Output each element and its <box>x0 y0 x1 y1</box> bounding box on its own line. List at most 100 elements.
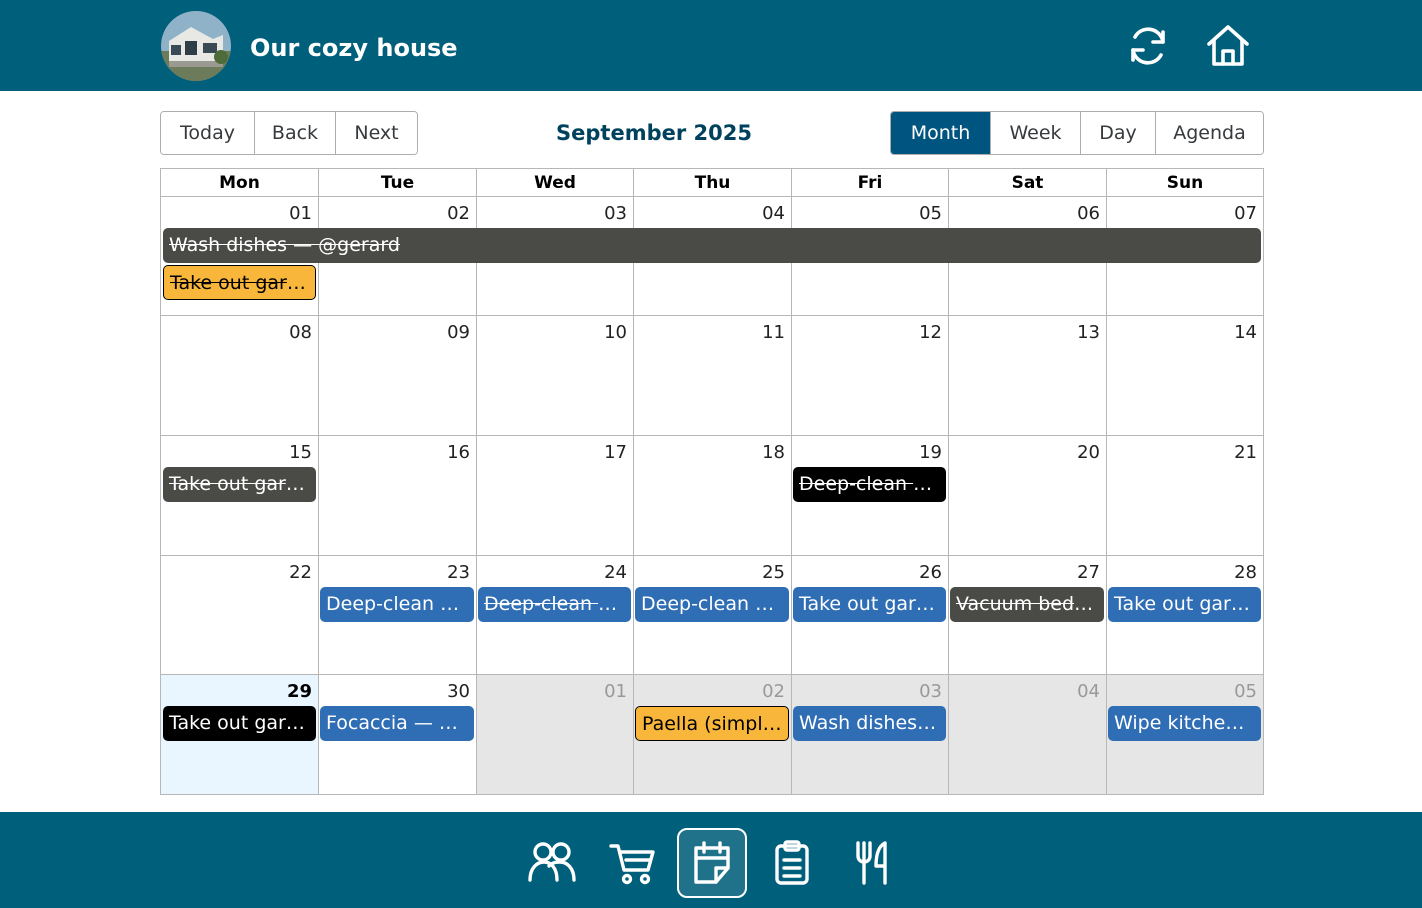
calendar-event[interactable]: Focaccia — @... <box>320 706 474 741</box>
day-cell[interactable]: 01 <box>476 675 633 794</box>
day-cell[interactable]: 20 <box>948 436 1106 556</box>
weekday-wed: Wed <box>476 169 633 197</box>
calendar-event[interactable]: Wash dishes — @gerard <box>163 228 1261 263</box>
day-number[interactable]: 01 <box>604 680 627 704</box>
calendar-event[interactable]: Deep-clean b... <box>320 587 474 622</box>
day-number[interactable]: 05 <box>919 202 942 226</box>
calendar-event[interactable]: Take out garb... <box>793 587 946 622</box>
day-number[interactable]: 23 <box>447 561 470 585</box>
day-cell[interactable]: 09 <box>318 316 476 436</box>
view-week-button[interactable]: Week <box>991 112 1081 154</box>
weekday-mon: Mon <box>161 169 318 197</box>
day-number[interactable]: 11 <box>762 321 785 345</box>
day-number[interactable]: 21 <box>1234 441 1257 465</box>
weekday-header: Mon Tue Wed Thu Fri Sat Sun <box>161 169 1263 197</box>
day-number[interactable]: 03 <box>604 202 627 226</box>
day-number[interactable]: 26 <box>919 561 942 585</box>
day-number[interactable]: 15 <box>289 441 312 465</box>
day-number[interactable]: 25 <box>762 561 785 585</box>
back-button[interactable]: Back <box>255 112 336 154</box>
calendar-nav-group: Today Back Next <box>160 111 418 155</box>
refresh-icon <box>1131 27 1165 65</box>
calendar-view-group: Month Week Day Agenda <box>890 111 1264 155</box>
next-button[interactable]: Next <box>336 112 417 154</box>
cart-icon <box>609 844 655 885</box>
nav-shopping-button[interactable] <box>597 828 667 898</box>
day-number[interactable]: 20 <box>1077 441 1100 465</box>
day-cell[interactable]: 04 <box>948 675 1106 794</box>
day-number[interactable]: 17 <box>604 441 627 465</box>
day-cell[interactable]: 13 <box>948 316 1106 436</box>
day-number[interactable]: 02 <box>762 680 785 704</box>
nav-members-button[interactable] <box>517 828 587 898</box>
weekday-sun: Sun <box>1106 169 1263 197</box>
nav-calendar-button[interactable] <box>677 828 747 898</box>
day-number[interactable]: 28 <box>1234 561 1257 585</box>
day-number[interactable]: 24 <box>604 561 627 585</box>
day-cell[interactable]: 14 <box>1106 316 1263 436</box>
day-cell[interactable]: 22 <box>161 556 318 675</box>
weekday-thu: Thu <box>633 169 791 197</box>
app-title: Our cozy house <box>250 34 458 62</box>
home-button[interactable] <box>1204 22 1252 70</box>
day-number[interactable]: 08 <box>289 321 312 345</box>
day-number[interactable]: 30 <box>447 680 470 704</box>
day-number[interactable]: 07 <box>1234 202 1257 226</box>
calendar-event[interactable]: Take out garb... <box>1108 587 1261 622</box>
day-number[interactable]: 22 <box>289 561 312 585</box>
day-number[interactable]: 02 <box>447 202 470 226</box>
day-number[interactable]: 04 <box>762 202 785 226</box>
weekday-fri: Fri <box>791 169 948 197</box>
day-number[interactable]: 05 <box>1234 680 1257 704</box>
calendar-icon <box>694 841 730 884</box>
people-icon <box>528 842 576 882</box>
day-number[interactable]: 19 <box>919 441 942 465</box>
calendar-event[interactable]: Wipe kitchen ... <box>1108 706 1261 741</box>
home-icon <box>1207 25 1249 66</box>
day-cell[interactable]: 16 <box>318 436 476 556</box>
weekday-tue: Tue <box>318 169 476 197</box>
day-cell[interactable]: 12 <box>791 316 948 436</box>
day-number[interactable]: 06 <box>1077 202 1100 226</box>
day-cell[interactable]: 10 <box>476 316 633 436</box>
refresh-button[interactable] <box>1124 22 1172 70</box>
calendar-event[interactable]: Take out garb... <box>163 706 316 741</box>
day-number[interactable]: 04 <box>1077 680 1100 704</box>
day-cell[interactable]: 17 <box>476 436 633 556</box>
day-cell[interactable]: 11 <box>633 316 791 436</box>
view-month-button[interactable]: Month <box>891 112 991 154</box>
calendar-event[interactable]: Deep-clean b... <box>478 587 631 622</box>
calendar-event[interactable]: Take out garb... <box>163 467 316 502</box>
day-number[interactable]: 16 <box>447 441 470 465</box>
view-agenda-button[interactable]: Agenda <box>1156 112 1263 154</box>
day-number[interactable]: 29 <box>287 680 312 704</box>
bottom-navigation <box>0 812 1422 908</box>
calendar-event[interactable]: Deep-clean b... <box>793 467 946 502</box>
day-number[interactable]: 13 <box>1077 321 1100 345</box>
app-header: Our cozy house <box>0 0 1422 91</box>
day-number[interactable]: 09 <box>447 321 470 345</box>
day-number[interactable]: 10 <box>604 321 627 345</box>
calendar-event[interactable]: Paella (simple... <box>635 706 789 741</box>
day-number[interactable]: 01 <box>289 202 312 226</box>
calendar-event[interactable]: Take out garb... <box>163 265 316 300</box>
calendar-event[interactable]: Deep-clean b... <box>635 587 789 622</box>
calendar-event[interactable]: Vacuum bedr... <box>950 587 1104 622</box>
house-avatar[interactable] <box>161 11 231 81</box>
calendar-month-label: September 2025 <box>556 121 752 145</box>
nav-tasks-button[interactable] <box>757 828 827 898</box>
day-number[interactable]: 18 <box>762 441 785 465</box>
day-number[interactable]: 03 <box>919 680 942 704</box>
nav-meals-button[interactable] <box>837 828 907 898</box>
day-number[interactable]: 12 <box>919 321 942 345</box>
day-number[interactable]: 14 <box>1234 321 1257 345</box>
calendar-event[interactable]: Wash dishes ... <box>793 706 946 741</box>
today-button[interactable]: Today <box>161 112 255 154</box>
day-cell[interactable]: 18 <box>633 436 791 556</box>
view-day-button[interactable]: Day <box>1081 112 1156 154</box>
clipboard-icon <box>775 840 809 885</box>
utensils-icon <box>856 841 887 885</box>
day-number[interactable]: 27 <box>1077 561 1100 585</box>
day-cell[interactable]: 08 <box>161 316 318 436</box>
day-cell[interactable]: 21 <box>1106 436 1263 556</box>
